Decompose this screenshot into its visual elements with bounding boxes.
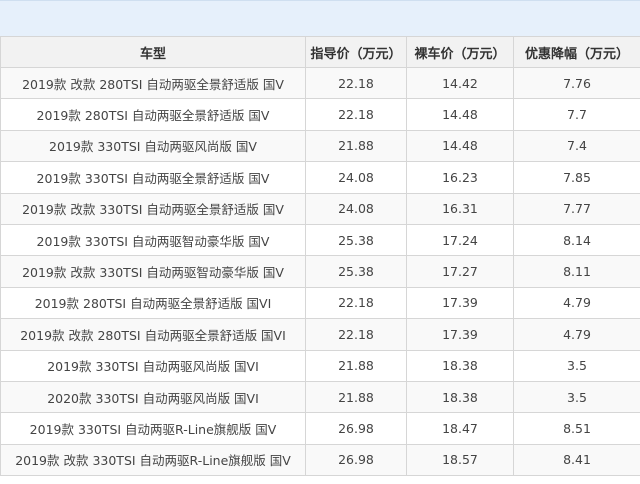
table-row: 2019款 330TSI 自动两驱风尚版 国VI 21.88 18.38 3.5 xyxy=(0,349,640,382)
cell-model: 2019款 280TSI 自动两驱全景舒适版 国VI xyxy=(0,286,306,320)
price-table: 车型 指导价（万元） 裸车价（万元） 优惠降幅（万元） 2019款 改款 280… xyxy=(0,36,640,477)
table-body: 2019款 改款 280TSI 自动两驱全景舒适版 国V 22.18 14.42… xyxy=(0,66,640,477)
table-row: 2019款 改款 330TSI 自动两驱智动豪华版 国V 25.38 17.27… xyxy=(0,255,640,288)
cell-msrp: 21.88 xyxy=(305,349,407,382)
table-row: 2019款 330TSI 自动两驱全景舒适版 国V 24.08 16.23 7.… xyxy=(0,161,640,194)
cell-discount: 7.77 xyxy=(513,192,640,225)
cell-discount: 4.79 xyxy=(513,286,640,320)
cell-net-price: 18.38 xyxy=(406,349,514,382)
cell-msrp: 24.08 xyxy=(305,161,407,194)
table-row: 2019款 改款 330TSI 自动两驱全景舒适版 国V 24.08 16.31… xyxy=(0,192,640,225)
page-frame: 车型 指导价（万元） 裸车价（万元） 优惠降幅（万元） 2019款 改款 280… xyxy=(0,0,640,484)
table-row: 2019款 280TSI 自动两驱全景舒适版 国VI 22.18 17.39 4… xyxy=(0,286,640,320)
cell-model: 2019款 改款 330TSI 自动两驱R-Line旗舰版 国V xyxy=(0,443,306,477)
header-net-price: 裸车价（万元） xyxy=(406,36,514,68)
table-row: 2020款 330TSI 自动两驱风尚版 国VI 21.88 18.38 3.5 xyxy=(0,380,640,414)
cell-net-price: 16.23 xyxy=(406,161,514,194)
cell-model: 2019款 改款 280TSI 自动两驱全景舒适版 国VI xyxy=(0,318,306,351)
cell-net-price: 17.39 xyxy=(406,318,514,351)
table-row: 2019款 330TSI 自动两驱R-Line旗舰版 国V 26.98 18.4… xyxy=(0,412,640,445)
cell-model: 2019款 改款 280TSI 自动两驱全景舒适版 国V xyxy=(0,66,306,100)
cell-model: 2019款 330TSI 自动两驱风尚版 国VI xyxy=(0,349,306,382)
cell-discount: 8.11 xyxy=(513,255,640,288)
cell-net-price: 18.57 xyxy=(406,443,514,477)
cell-net-price: 14.48 xyxy=(406,98,514,131)
cell-model: 2019款 330TSI 自动两驱智动豪华版 国V xyxy=(0,223,306,257)
cell-net-price: 17.39 xyxy=(406,286,514,320)
cell-discount: 7.4 xyxy=(513,129,640,163)
cell-discount: 3.5 xyxy=(513,349,640,382)
cell-net-price: 14.42 xyxy=(406,66,514,100)
cell-discount: 8.14 xyxy=(513,223,640,257)
header-msrp: 指导价（万元） xyxy=(305,36,407,68)
cell-discount: 7.7 xyxy=(513,98,640,131)
cell-model: 2020款 330TSI 自动两驱风尚版 国VI xyxy=(0,380,306,414)
cell-model: 2019款 改款 330TSI 自动两驱智动豪华版 国V xyxy=(0,255,306,288)
cell-model: 2019款 改款 330TSI 自动两驱全景舒适版 国V xyxy=(0,192,306,225)
header-discount: 优惠降幅（万元） xyxy=(513,36,640,68)
table-row: 2019款 改款 280TSI 自动两驱全景舒适版 国V 22.18 14.42… xyxy=(0,66,640,100)
cell-net-price: 16.31 xyxy=(406,192,514,225)
cell-net-price: 14.48 xyxy=(406,129,514,163)
cell-msrp: 21.88 xyxy=(305,380,407,414)
cell-msrp: 25.38 xyxy=(305,255,407,288)
cell-model: 2019款 330TSI 自动两驱全景舒适版 国V xyxy=(0,161,306,194)
cell-discount: 4.79 xyxy=(513,318,640,351)
table-row: 2019款 280TSI 自动两驱全景舒适版 国V 22.18 14.48 7.… xyxy=(0,98,640,131)
cell-msrp: 22.18 xyxy=(305,318,407,351)
cell-net-price: 17.27 xyxy=(406,255,514,288)
cell-discount: 7.85 xyxy=(513,161,640,194)
cell-msrp: 26.98 xyxy=(305,443,407,477)
cell-net-price: 18.47 xyxy=(406,412,514,445)
cell-discount: 7.76 xyxy=(513,66,640,100)
cell-msrp: 22.18 xyxy=(305,98,407,131)
table-row: 2019款 330TSI 自动两驱风尚版 国V 21.88 14.48 7.4 xyxy=(0,129,640,163)
cell-net-price: 18.38 xyxy=(406,380,514,414)
cell-msrp: 25.38 xyxy=(305,223,407,257)
header-model: 车型 xyxy=(0,36,306,68)
table-header-row: 车型 指导价（万元） 裸车价（万元） 优惠降幅（万元） xyxy=(0,36,640,68)
cell-model: 2019款 330TSI 自动两驱R-Line旗舰版 国V xyxy=(0,412,306,445)
table-row: 2019款 改款 330TSI 自动两驱R-Line旗舰版 国V 26.98 1… xyxy=(0,443,640,477)
cell-msrp: 26.98 xyxy=(305,412,407,445)
cell-msrp: 22.18 xyxy=(305,66,407,100)
cell-msrp: 22.18 xyxy=(305,286,407,320)
cell-model: 2019款 280TSI 自动两驱全景舒适版 国V xyxy=(0,98,306,131)
cell-discount: 3.5 xyxy=(513,380,640,414)
table-caption-band xyxy=(0,0,640,36)
cell-net-price: 17.24 xyxy=(406,223,514,257)
cell-discount: 8.51 xyxy=(513,412,640,445)
cell-model: 2019款 330TSI 自动两驱风尚版 国V xyxy=(0,129,306,163)
cell-msrp: 24.08 xyxy=(305,192,407,225)
table-row: 2019款 改款 280TSI 自动两驱全景舒适版 国VI 22.18 17.3… xyxy=(0,318,640,351)
cell-discount: 8.41 xyxy=(513,443,640,477)
table-row: 2019款 330TSI 自动两驱智动豪华版 国V 25.38 17.24 8.… xyxy=(0,223,640,257)
cell-msrp: 21.88 xyxy=(305,129,407,163)
